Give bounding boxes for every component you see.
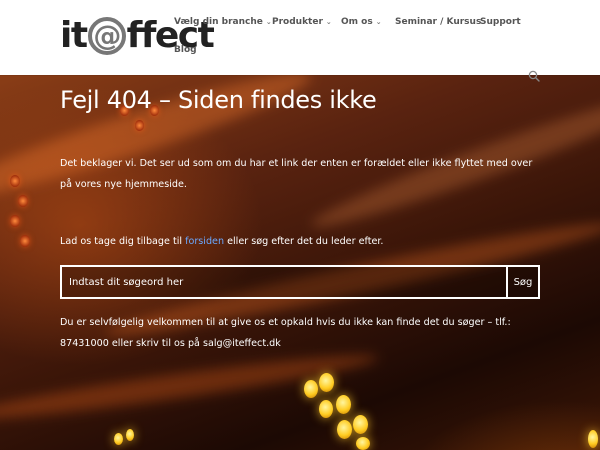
nav-item-branche[interactable]: Vælg din branche ⌄ bbox=[174, 17, 272, 27]
nav-item-label: Vælg din branche bbox=[174, 17, 263, 27]
nav-item-support[interactable]: Support bbox=[480, 17, 521, 27]
page-title: Fejl 404 – Siden findes ikke bbox=[60, 86, 377, 114]
chevron-down-icon: ⌄ bbox=[375, 18, 382, 26]
home-link[interactable]: forsiden bbox=[185, 236, 224, 247]
nav-item-om-os[interactable]: Om os ⌄ bbox=[341, 17, 382, 27]
contact-text: Du er selvfølgelig velkommen til at give… bbox=[60, 317, 511, 349]
chevron-down-icon: ⌄ bbox=[325, 18, 332, 26]
site-header: it @ ffect Vælg din branche ⌄ Produkter ⌄ Om… bbox=[0, 0, 600, 82]
back-to-home-text: Lad os tage dig tilbage til forsiden ell… bbox=[60, 231, 540, 252]
search-icon[interactable] bbox=[528, 70, 540, 82]
nav-item-label: Seminar / Kursus bbox=[395, 17, 482, 27]
logo-at-sign: @ bbox=[87, 17, 126, 55]
nav-item-label: Produkter bbox=[272, 17, 323, 27]
nav-item-label: Om os bbox=[341, 17, 373, 27]
search-form: Søg bbox=[60, 265, 540, 299]
logo-text-part1: it bbox=[60, 15, 88, 56]
chevron-down-icon: ⌄ bbox=[265, 18, 272, 26]
nav-item-produkter[interactable]: Produkter ⌄ bbox=[272, 17, 332, 27]
error-message: Det beklager vi. Det ser ud som om du ha… bbox=[60, 158, 533, 190]
search-button[interactable]: Søg bbox=[506, 267, 538, 297]
nav-item-label: Support bbox=[480, 17, 521, 27]
hero-background-image bbox=[0, 75, 600, 450]
nav-item-seminar[interactable]: Seminar / Kursus bbox=[395, 17, 481, 27]
text-after-link: eller søg efter det du leder efter. bbox=[224, 236, 384, 247]
search-input[interactable] bbox=[62, 267, 506, 297]
text-before-link: Lad os tage dig tilbage til bbox=[60, 236, 186, 247]
nav-item-blog[interactable]: Blog bbox=[174, 45, 197, 55]
